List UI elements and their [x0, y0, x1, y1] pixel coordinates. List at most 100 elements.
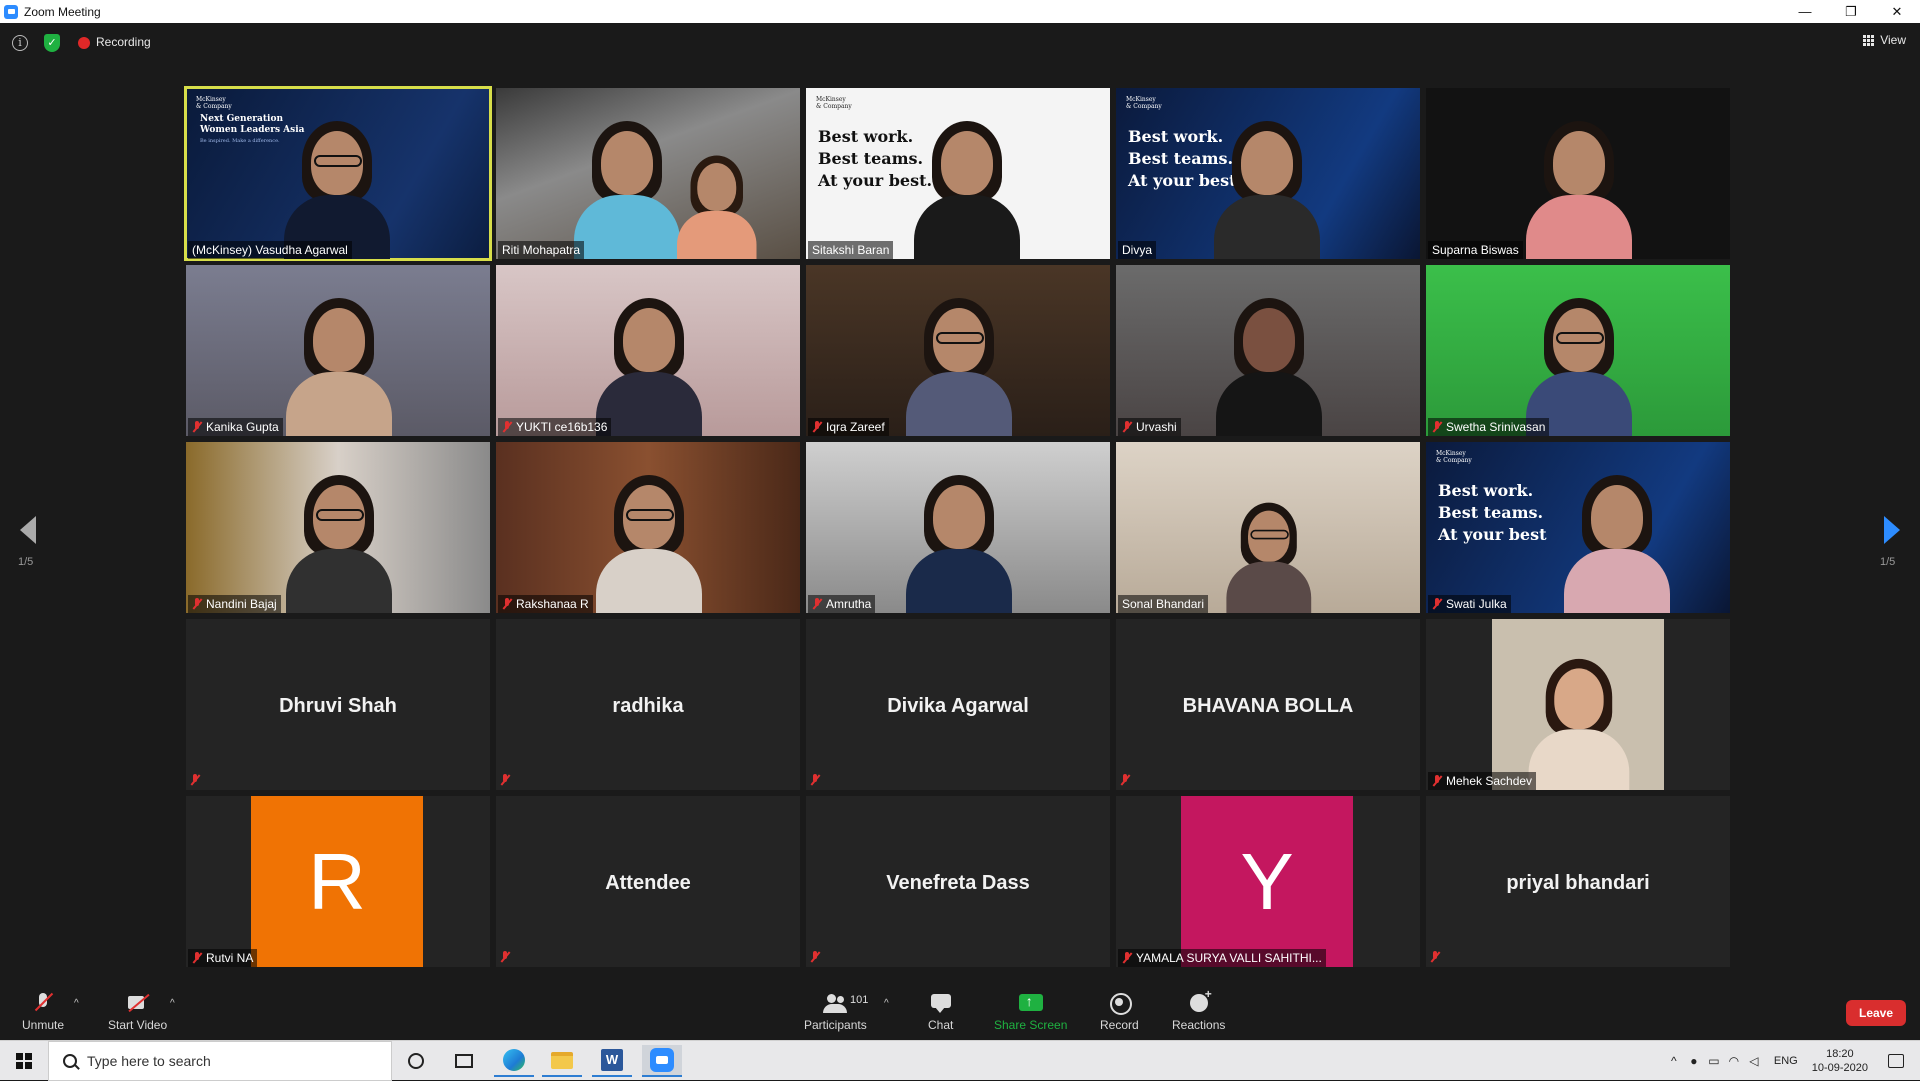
- participant-tile[interactable]: R Rutvi NA: [186, 796, 490, 967]
- participant-tile[interactable]: YUKTI ce16b136: [496, 265, 800, 436]
- muted-mic-icon: [1430, 951, 1440, 963]
- info-icon[interactable]: i: [12, 35, 28, 51]
- windows-start-icon[interactable]: [16, 1053, 32, 1069]
- participant-tile[interactable]: McKinsey & Company Next Generation Women…: [184, 86, 492, 261]
- participant-tile[interactable]: Iqra Zareef: [806, 265, 1110, 436]
- meeting-toolbar: Unmute ^ Start Video ^ Participants 101 …: [0, 980, 1920, 1040]
- cortana-button[interactable]: [396, 1045, 436, 1077]
- participant-name: Rakshanaa R: [498, 595, 593, 613]
- window-controls: — ❐ ✕: [1782, 0, 1920, 23]
- participant-video: [1208, 286, 1328, 436]
- record-button[interactable]: Record: [1100, 992, 1139, 1032]
- view-button[interactable]: View: [1863, 33, 1906, 47]
- task-view-button[interactable]: [444, 1045, 484, 1077]
- share-screen-button[interactable]: Share Screen: [994, 992, 1067, 1032]
- participant-tile[interactable]: Y YAMALA SURYA VALLI SAHITHI...: [1116, 796, 1420, 967]
- participant-tile[interactable]: Suparna Biswas: [1426, 88, 1730, 259]
- participant-tile[interactable]: Swetha Srinivasan: [1426, 265, 1730, 436]
- page-indicator-right: 1/5: [1880, 556, 1896, 568]
- muted-mic-icon: [190, 774, 200, 786]
- brand-logo: McKinsey & Company: [1126, 96, 1162, 110]
- clock[interactable]: 18:20 10-09-2020: [1812, 1047, 1868, 1075]
- word-taskbar-button[interactable]: W: [592, 1045, 632, 1077]
- participant-display-name: radhika: [612, 695, 684, 717]
- participant-tile[interactable]: Venefreta Dass: [806, 796, 1110, 967]
- edge-taskbar-button[interactable]: [494, 1045, 534, 1077]
- participant-tile[interactable]: Riti Mohapatra: [496, 88, 800, 259]
- muted-mic-icon: [192, 952, 202, 964]
- wifi-icon[interactable]: ◠: [1724, 1054, 1744, 1068]
- participant-tile[interactable]: priyal bhandari: [1426, 796, 1730, 967]
- slide-headline: Best work. Best teams. At your best: [1438, 481, 1547, 544]
- participant-count: 101: [850, 994, 869, 1006]
- minimize-button[interactable]: —: [1782, 0, 1828, 23]
- participant-tile[interactable]: McKinsey & Company Best work. Best teams…: [1116, 88, 1420, 259]
- participant-video: [278, 463, 398, 613]
- record-icon: [1107, 992, 1133, 1015]
- next-page-arrow-icon[interactable]: [1884, 516, 1900, 544]
- grid-view-icon: [1863, 34, 1875, 46]
- participant-tile[interactable]: Attendee: [496, 796, 800, 967]
- notification-icon[interactable]: [1888, 1054, 1904, 1068]
- participant-tile[interactable]: Nandini Bajaj: [186, 442, 490, 613]
- participant-video: [566, 109, 686, 259]
- participant-tile[interactable]: McKinsey & Company Best work. Best teams…: [806, 88, 1110, 259]
- participant-tile[interactable]: McKinsey & Company Best work. Best teams…: [1426, 442, 1730, 613]
- search-icon: [63, 1054, 77, 1068]
- participant-name: Sonal Bhandari: [1118, 595, 1209, 613]
- clock-time: 18:20: [1826, 1048, 1854, 1060]
- muted-mic-icon: [1432, 421, 1442, 433]
- participant-tile[interactable]: Divika Agarwal: [806, 619, 1110, 790]
- participant-name: Amrutha: [808, 595, 876, 613]
- participant-display-name: Divika Agarwal: [887, 695, 1029, 717]
- muted-mic-icon: [1432, 598, 1442, 610]
- leave-button[interactable]: Leave: [1846, 1000, 1906, 1026]
- participant-tile[interactable]: BHAVANA BOLLA: [1116, 619, 1420, 790]
- tray-expand-icon[interactable]: ^: [1664, 1054, 1684, 1068]
- participant-tile[interactable]: Rakshanaa R: [496, 442, 800, 613]
- muted-mic-icon: [1122, 421, 1132, 433]
- folder-icon: [551, 1051, 573, 1069]
- muted-mic-icon: [1122, 952, 1132, 964]
- participant-name: YAMALA SURYA VALLI SAHITHI...: [1118, 949, 1326, 967]
- file-explorer-taskbar-button[interactable]: [542, 1045, 582, 1077]
- video-options-caret-icon[interactable]: ^: [170, 998, 175, 1009]
- participant-tile[interactable]: Mehek Sachdev: [1426, 619, 1730, 790]
- security-shield-icon[interactable]: ✓: [44, 34, 60, 52]
- volume-icon[interactable]: ◁: [1744, 1054, 1764, 1068]
- participant-video-child: [671, 147, 761, 259]
- restore-button[interactable]: ❐: [1828, 0, 1874, 23]
- chat-button[interactable]: Chat: [928, 992, 953, 1032]
- participant-video: [588, 286, 708, 436]
- participant-display-name: priyal bhandari: [1506, 872, 1650, 894]
- participant-tile[interactable]: Dhruvi Shah: [186, 619, 490, 790]
- participant-tile[interactable]: radhika: [496, 619, 800, 790]
- task-view-icon: [455, 1054, 473, 1068]
- window-titlebar: Zoom Meeting — ❐ ✕: [0, 0, 1920, 23]
- audio-options-caret-icon[interactable]: ^: [74, 998, 79, 1009]
- participant-name: Divya: [1118, 241, 1157, 259]
- muted-mic-icon: [502, 598, 512, 610]
- language-indicator[interactable]: ENG: [1774, 1055, 1798, 1067]
- unmute-button[interactable]: Unmute: [22, 992, 64, 1032]
- participant-tile[interactable]: Kanika Gupta: [186, 265, 490, 436]
- video-off-icon: [126, 992, 150, 1014]
- brand-logo: McKinsey & Company: [1436, 450, 1472, 464]
- participant-tile[interactable]: Sonal Bhandari: [1116, 442, 1420, 613]
- participants-caret-icon[interactable]: ^: [884, 998, 889, 1009]
- reactions-button[interactable]: Reactions: [1172, 987, 1225, 1032]
- start-video-button[interactable]: Start Video: [108, 992, 167, 1032]
- search-placeholder: Type here to search: [87, 1053, 211, 1069]
- participant-name: YUKTI ce16b136: [498, 418, 612, 436]
- avatar: Y: [1181, 796, 1353, 967]
- close-button[interactable]: ✕: [1874, 0, 1920, 23]
- taskbar-search[interactable]: Type here to search: [48, 1041, 392, 1081]
- participant-name: Suparna Biswas: [1428, 241, 1523, 259]
- previous-page-arrow-icon[interactable]: [20, 516, 36, 544]
- battery-icon[interactable]: ▭: [1704, 1054, 1724, 1068]
- participant-tile[interactable]: Amrutha: [806, 442, 1110, 613]
- zoom-taskbar-button[interactable]: [642, 1045, 682, 1077]
- participant-tile[interactable]: Urvashi: [1116, 265, 1420, 436]
- windows-taskbar: Type here to search W ^ ● ▭ ◠ ◁ ENG 18:2…: [0, 1040, 1920, 1081]
- participant-video: [1206, 109, 1326, 259]
